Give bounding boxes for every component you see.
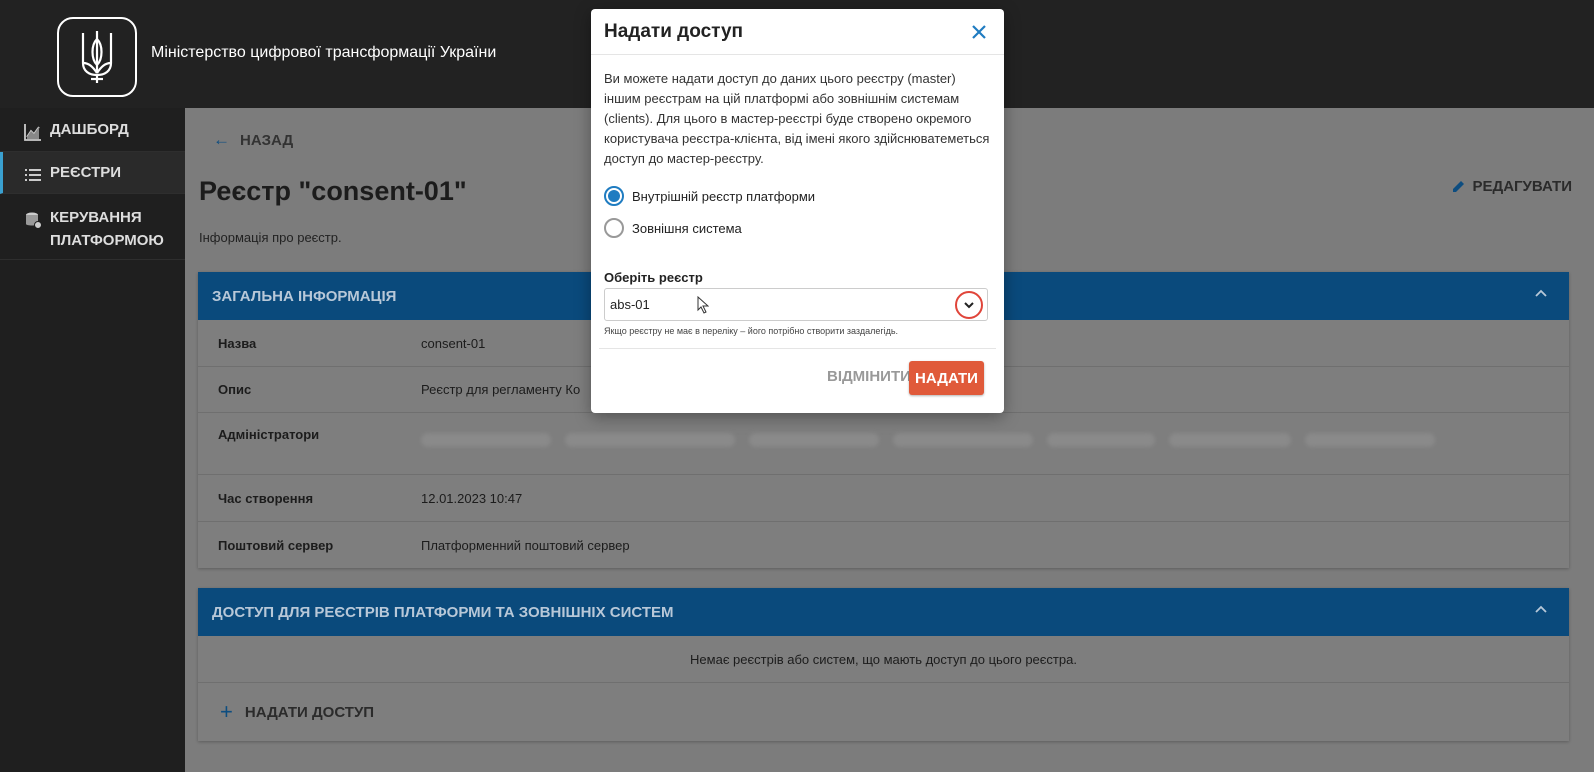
info-label: Час створення bbox=[218, 490, 314, 506]
chevron-down-icon[interactable] bbox=[955, 291, 983, 319]
sidebar-item-label: ДАШБОРД bbox=[50, 121, 129, 138]
ministry-title: Міністерство цифрової трансформації Укра… bbox=[151, 44, 497, 61]
administrators-list-blurred bbox=[421, 427, 1569, 474]
access-card: ДОСТУП ДЛЯ РЕЄСТРІВ ПЛАТФОРМИ ТА ЗОВНІШН… bbox=[198, 588, 1569, 741]
radio-button-checked[interactable] bbox=[604, 186, 624, 206]
back-link[interactable]: ← НАЗАД bbox=[213, 130, 293, 150]
chevron-up-icon[interactable] bbox=[1535, 289, 1547, 297]
back-label: НАЗАД bbox=[240, 131, 294, 149]
edit-label: РЕДАГУВАТИ bbox=[1472, 178, 1572, 195]
list-icon bbox=[25, 169, 41, 181]
info-value: Платформенний поштовий сервер bbox=[421, 537, 630, 553]
modal-divider bbox=[599, 348, 996, 349]
grant-access-modal: Надати доступ Ви можете надати доступ до… bbox=[591, 9, 1004, 413]
info-label: Адміністратори bbox=[218, 427, 320, 442]
modal-description: Ви можете надати доступ до даних цього р… bbox=[604, 71, 990, 166]
chart-icon bbox=[24, 124, 41, 141]
info-row-created: Час створення 12.01.2023 10:47 bbox=[198, 475, 1569, 522]
plus-icon: + bbox=[220, 699, 233, 724]
empty-access-message: Немає реєстрів або систем, що мають дост… bbox=[198, 636, 1569, 683]
radio-button-unchecked[interactable] bbox=[604, 218, 624, 238]
general-info-title: ЗАГАЛЬНА ІНФОРМАЦІЯ bbox=[212, 287, 397, 305]
info-row-mail-server: Поштовий сервер Платформенний поштовий с… bbox=[198, 522, 1569, 568]
select-value: abs-01 bbox=[610, 297, 650, 312]
sidebar: ДАШБОРД РЕЄСТРИ КЕРУВАННЯ ПЛАТФОРМОЮ bbox=[0, 108, 185, 772]
sidebar-item-label: КЕРУВАННЯ ПЛАТФОРМОЮ bbox=[50, 209, 164, 249]
edit-button[interactable]: РЕДАГУВАТИ bbox=[1452, 178, 1572, 195]
chevron-up-icon[interactable] bbox=[1535, 605, 1547, 613]
access-title: ДОСТУП ДЛЯ РЕЄСТРІВ ПЛАТФОРМИ ТА ЗОВНІШН… bbox=[212, 603, 674, 621]
info-label: Поштовий сервер bbox=[218, 537, 334, 553]
sidebar-item-platform-management[interactable]: КЕРУВАННЯ ПЛАТФОРМОЮ bbox=[0, 194, 185, 260]
page-title: Реєстр "consent-01" bbox=[199, 176, 467, 206]
access-header[interactable]: ДОСТУП ДЛЯ РЕЄСТРІВ ПЛАТФОРМИ ТА ЗОВНІШН… bbox=[198, 588, 1569, 636]
submit-button[interactable]: НАДАТИ bbox=[909, 361, 984, 395]
mouse-cursor-icon bbox=[697, 296, 709, 314]
info-value: 12.01.2023 10:47 bbox=[421, 490, 523, 506]
grant-access-label: НАДАТИ ДОСТУП bbox=[244, 703, 375, 721]
database-gear-icon bbox=[26, 212, 42, 229]
pencil-icon bbox=[1452, 181, 1464, 192]
info-label: Назва bbox=[218, 335, 257, 351]
sidebar-item-dashboard[interactable]: ДАШБОРД bbox=[0, 108, 185, 152]
modal-header: Надати доступ bbox=[591, 9, 1004, 55]
select-registry-label: Оберіть реєстр bbox=[604, 270, 703, 285]
select-hint: Якщо реєстру не має в переліку – його по… bbox=[604, 326, 899, 336]
cancel-button[interactable]: ВІДМІНИТИ bbox=[827, 368, 911, 385]
info-label: Опис bbox=[218, 382, 252, 397]
grant-access-button[interactable]: + НАДАТИ ДОСТУП bbox=[198, 683, 1569, 741]
close-icon[interactable] bbox=[970, 23, 988, 41]
trident-logo[interactable] bbox=[57, 17, 137, 97]
radio-label: Зовнішня система bbox=[632, 220, 742, 236]
page-subtitle: Інформація про реєстр. bbox=[199, 230, 342, 245]
modal-title: Надати доступ bbox=[604, 20, 743, 42]
arrow-left-icon: ← bbox=[213, 130, 230, 149]
sidebar-item-registries[interactable]: РЕЄСТРИ bbox=[0, 152, 185, 194]
trident-icon bbox=[81, 31, 113, 83]
radio-internal-registry[interactable]: Внутрішній реєстр платформи bbox=[604, 186, 815, 206]
select-registry-dropdown[interactable]: abs-01 bbox=[604, 288, 988, 321]
radio-label: Внутрішній реєстр платформи bbox=[632, 188, 816, 204]
info-row-administrators: Адміністратори bbox=[198, 413, 1569, 475]
sidebar-item-label: РЕЄСТРИ bbox=[50, 164, 122, 181]
radio-external-system[interactable]: Зовнішня система bbox=[604, 218, 742, 238]
